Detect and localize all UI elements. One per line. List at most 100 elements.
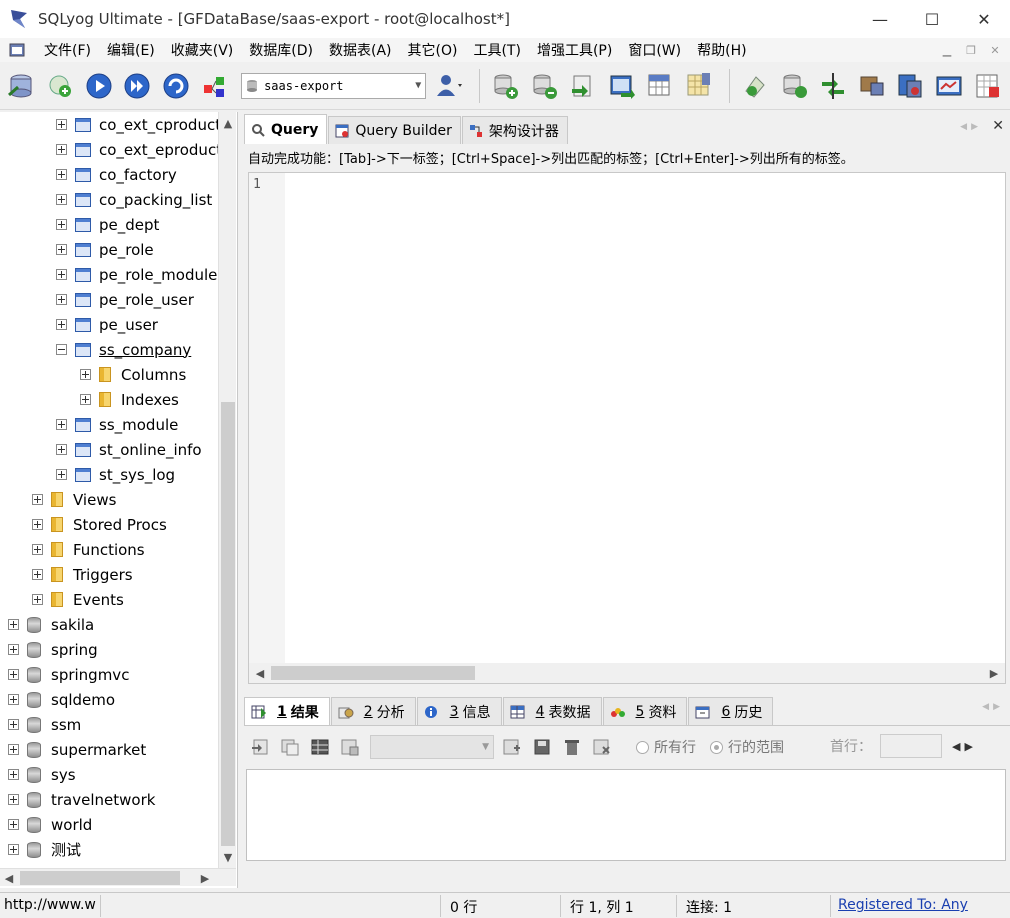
expand-icon[interactable] [8,669,19,680]
create-table-icon[interactable] [488,69,522,103]
menu-database[interactable]: 数据库(D) [241,40,321,60]
schema-sync-icon[interactable] [682,69,716,103]
scroll-left-icon[interactable]: ◀ [0,869,18,887]
close-button[interactable]: ✕ [958,0,1010,38]
form-view-icon[interactable] [340,738,360,756]
tree-item-st-online-info[interactable]: st_online_info [56,437,202,462]
tree-horizontal-scrollbar[interactable]: ◀ ▶ [0,868,236,886]
tab-history[interactable]: 6 历史 [688,697,774,725]
tree-item-co-ext-cproduct[interactable]: co_ext_cproduct [56,112,221,137]
minimize-button[interactable]: — [854,0,906,38]
menu-table[interactable]: 数据表(A) [321,40,400,60]
scroll-right-icon[interactable]: ▶ [196,869,214,887]
report-icon[interactable] [971,69,1005,103]
scroll-right-icon[interactable]: ▶ [985,663,1003,683]
schema-icon[interactable] [198,69,232,103]
close-tab-icon[interactable]: ✕ [992,118,1004,134]
tree-item-item[interactable]: 测试 [8,837,81,862]
refresh-icon[interactable] [159,69,193,103]
menu-tools[interactable]: 工具(T) [465,40,528,60]
tree-item-pe-role-module[interactable]: pe_role_module [56,262,217,287]
tree-item-st-sys-log[interactable]: st_sys_log [56,462,175,487]
expand-icon[interactable] [56,269,67,280]
scroll-down-icon[interactable]: ▼ [219,848,237,866]
tree-item-stored-procs[interactable]: Stored Procs [32,512,167,537]
tab-result[interactable]: 1 结果 [244,697,330,725]
tree-item-triggers[interactable]: Triggers [32,562,133,587]
menu-favorites[interactable]: 收藏夹(V) [163,40,242,60]
export-result-icon[interactable] [250,738,270,756]
backup-icon[interactable] [777,69,811,103]
grid-view-icon[interactable] [310,738,330,756]
scheduler-icon[interactable] [932,69,966,103]
expand-icon[interactable] [80,394,91,405]
tree-item-pe-role-user[interactable]: pe_role_user [56,287,194,312]
expand-icon[interactable] [32,594,43,605]
expand-icon[interactable] [8,719,19,730]
tab-schema-designer[interactable]: 架构设计器 [461,116,568,144]
result-select-dropdown[interactable]: ▼ [370,735,494,759]
expand-icon[interactable] [56,194,67,205]
connect-icon[interactable] [4,69,38,103]
scrollbar-thumb[interactable] [20,871,180,885]
menu-window[interactable]: 窗口(W) [620,40,689,60]
document-menu-icon[interactable] [8,42,28,58]
tree-item-pe-user[interactable]: pe_user [56,312,158,337]
tree-item-views[interactable]: Views [32,487,116,512]
menu-help[interactable]: 帮助(H) [689,40,754,60]
mdi-close-icon[interactable]: ✕ [984,41,1006,59]
tree-item-sys[interactable]: sys [8,762,76,787]
scrollbar-thumb[interactable] [221,402,235,846]
row-range-radio[interactable]: 行的范围 [710,737,784,757]
expand-icon[interactable] [56,144,67,155]
create-database-icon[interactable] [527,69,561,103]
tree-item-functions[interactable]: Functions [32,537,145,562]
tree-item-ss-company[interactable]: ss_company [56,337,191,362]
expand-icon[interactable] [56,294,67,305]
scroll-left-icon[interactable]: ◀ [251,663,269,683]
delete-icon[interactable] [562,738,582,756]
expand-icon[interactable] [56,119,67,130]
mdi-minimize-icon[interactable]: ▁ [936,41,958,59]
table-data-icon[interactable] [643,69,677,103]
tree-item-pe-dept[interactable]: pe_dept [56,212,159,237]
database-select[interactable]: saas-export ▼ [241,72,427,99]
expand-icon[interactable] [56,169,67,180]
tab-profiler[interactable]: 2 分析 [330,697,416,725]
result-grid[interactable] [246,769,1006,861]
menu-others[interactable]: 其它(O) [400,40,466,60]
save-icon[interactable] [532,738,552,756]
tree-item-ssm[interactable]: ssm [8,712,81,737]
expand-icon[interactable] [56,219,67,230]
expand-icon[interactable] [32,519,43,530]
tab-query[interactable]: Query [244,114,328,144]
tree-item-pe-role[interactable]: pe_role [56,237,154,262]
tree-item-columns[interactable]: Columns [80,362,186,387]
tab-query-builder[interactable]: Query Builder [328,116,461,144]
expand-icon[interactable] [32,544,43,555]
add-row-icon[interactable] [502,738,522,756]
tree-vertical-scrollbar[interactable]: ▲ ▼ [218,112,236,870]
expand-icon[interactable] [8,819,19,830]
expand-icon[interactable] [56,444,67,455]
user-manager-icon[interactable] [432,69,466,103]
first-row-input[interactable] [880,734,942,758]
new-connection-icon[interactable] [43,69,77,103]
tab-table-data[interactable]: 4 表数据 [502,697,602,725]
expand-icon[interactable] [56,469,67,480]
expand-icon[interactable] [8,794,19,805]
compare-icon[interactable] [816,69,850,103]
copy-rows-icon[interactable] [280,738,300,756]
mdi-restore-icon[interactable]: ❐ [960,41,982,59]
tab-info[interactable]: 5 资料 [602,697,688,725]
tab-scroll-arrows-icon[interactable]: ◀▶ [960,122,982,132]
tree-item-co-ext-eproduct[interactable]: co_ext_eproduct [56,137,222,162]
expand-icon[interactable] [8,844,19,855]
tree-item-travelnetwork[interactable]: travelnetwork [8,787,155,812]
execute-query-icon[interactable] [82,69,116,103]
tree-item-sakila[interactable]: sakila [8,612,94,637]
maximize-button[interactable]: ☐ [906,0,958,38]
collapse-icon[interactable] [56,344,67,355]
tree-item-springmvc[interactable]: springmvc [8,662,129,687]
tree-item-indexes[interactable]: Indexes [80,387,179,412]
